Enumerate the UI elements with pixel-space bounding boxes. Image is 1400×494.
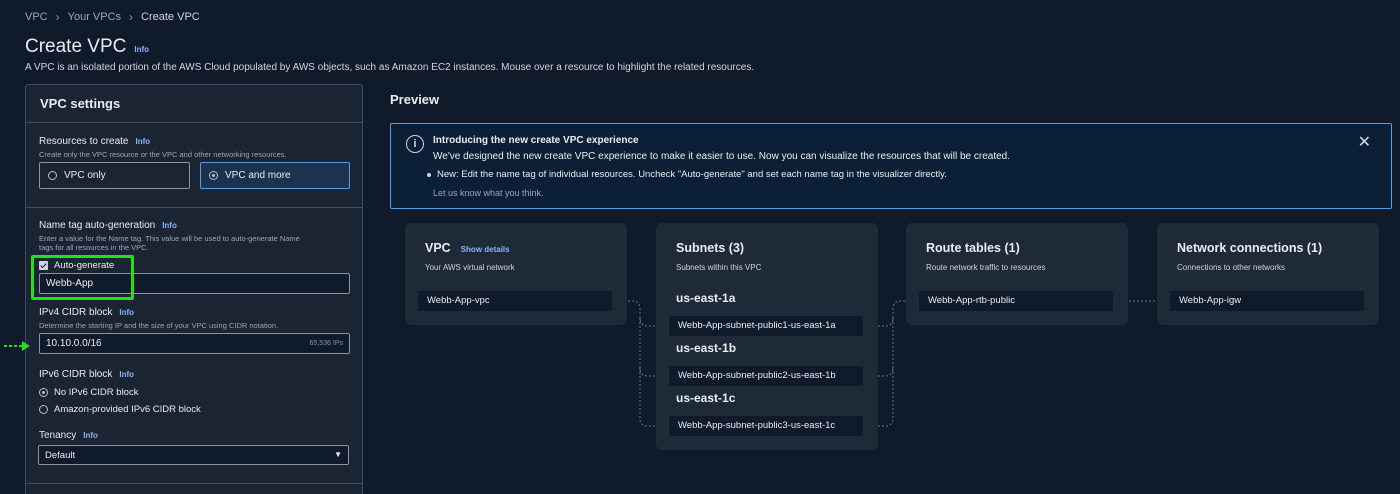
subnet-resource[interactable]: Webb-App-subnet-public1-us-east-1a xyxy=(669,316,863,336)
subnets-card: Subnets (3) Subnets within this VPC us-e… xyxy=(656,223,878,450)
igw-resource[interactable]: Webb-App-igw xyxy=(1170,291,1364,311)
show-details-link[interactable]: Show details xyxy=(461,245,510,254)
az-label: us-east-1b xyxy=(676,341,737,355)
vpc-resource[interactable]: Webb-App-vpc xyxy=(418,291,612,311)
network-card-subtitle: Connections to other networks xyxy=(1177,263,1286,272)
subnet-resource[interactable]: Webb-App-subnet-public3-us-east-1c xyxy=(669,416,863,436)
vpc-card-title-text: VPC xyxy=(425,241,451,255)
network-card-title: Network connections (1) xyxy=(1177,241,1323,255)
vpc-card-subtitle: Your AWS virtual network xyxy=(425,263,515,272)
route-table-resource[interactable]: Webb-App-rtb-public xyxy=(919,291,1113,311)
network-connections-card: Network connections (1) Connections to o… xyxy=(1157,223,1379,325)
vpc-card: VPC Show details Your AWS virtual networ… xyxy=(405,223,627,325)
route-tables-card-subtitle: Route network traffic to resources xyxy=(926,263,1046,272)
route-tables-card-title: Route tables (1) xyxy=(926,241,1020,255)
az-label: us-east-1a xyxy=(676,291,736,305)
subnets-card-title: Subnets (3) xyxy=(676,241,745,255)
route-tables-card: Route tables (1) Route network traffic t… xyxy=(906,223,1128,325)
vpc-card-title: VPC Show details xyxy=(425,241,510,255)
subnets-card-subtitle: Subnets within this VPC xyxy=(676,263,762,272)
subnet-resource[interactable]: Webb-App-subnet-public2-us-east-1b xyxy=(669,366,863,386)
az-label: us-east-1c xyxy=(676,391,736,405)
